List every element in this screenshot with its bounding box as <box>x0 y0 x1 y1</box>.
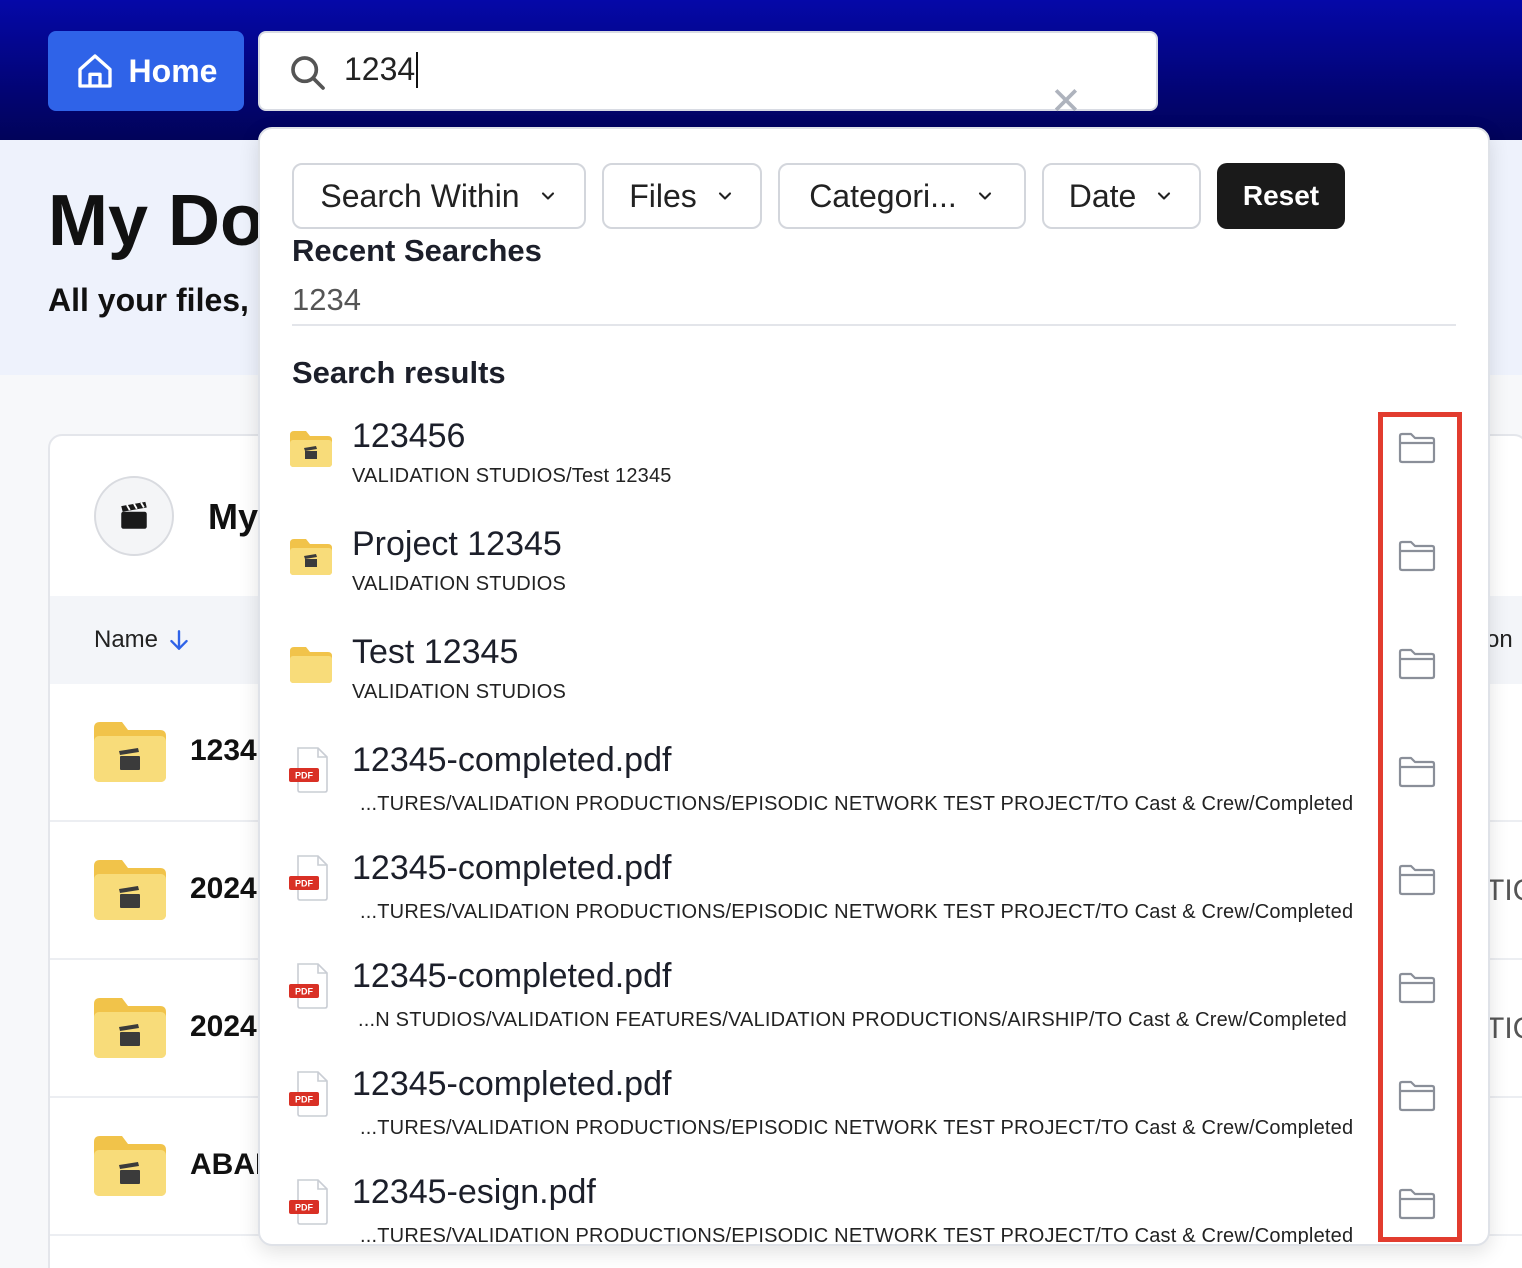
filter-date[interactable]: Date <box>1042 163 1201 229</box>
search-input[interactable]: 1234 ✕ <box>258 31 1158 121</box>
result-title: Test 12345 <box>352 633 519 671</box>
project-folder-icon <box>290 431 332 467</box>
row-location: TIC <box>1486 874 1522 907</box>
pdf-badge: PDF <box>295 771 314 781</box>
pdf-file-icon: PDF <box>289 1071 328 1117</box>
home-button[interactable]: Home <box>48 31 244 111</box>
result-path: VALIDATION STUDIOS/Test 12345 <box>352 465 672 487</box>
search-result-item[interactable]: 123456 VALIDATION STUDIOS/Test 12345 <box>260 417 1488 525</box>
search-result-item[interactable]: Test 12345 VALIDATION STUDIOS <box>260 633 1488 741</box>
text-caret <box>416 51 419 88</box>
filter-files[interactable]: Files <box>602 163 762 229</box>
result-title: 12345-esign.pdf <box>352 1173 596 1211</box>
search-dropdown: Search Within Files Categori... Date Res… <box>258 127 1490 1246</box>
result-path: ...TURES/VALIDATION PRODUCTIONS/EPISODIC… <box>360 1117 1354 1139</box>
chevron-down-icon <box>1158 192 1171 200</box>
search-result-item[interactable]: PDF 12345-completed.pdf ...TURES/VALIDAT… <box>260 849 1488 957</box>
filter-label: Search Within <box>320 177 520 214</box>
project-folder-icon <box>94 722 166 782</box>
home-button-label: Home <box>128 52 218 89</box>
pdf-file-icon: PDF <box>289 1179 328 1225</box>
search-result-item[interactable]: PDF 12345-completed.pdf ...N STUDIOS/VAL… <box>260 957 1488 1065</box>
column-header-name-label: Name <box>94 626 159 653</box>
chevron-down-icon <box>978 192 991 200</box>
result-path: VALIDATION STUDIOS <box>352 573 567 595</box>
search-result-item[interactable]: Project 12345 VALIDATION STUDIOS <box>260 525 1488 633</box>
sort-descending-icon <box>170 630 188 650</box>
column-header-name[interactable]: Name <box>94 626 192 654</box>
filter-search-within[interactable]: Search Within <box>292 163 586 229</box>
result-title: Project 12345 <box>352 525 562 563</box>
divider <box>292 324 1456 326</box>
project-avatar <box>94 476 174 556</box>
home-icon <box>77 54 112 88</box>
filter-label: Categori... <box>809 177 957 214</box>
recent-search-item[interactable]: 1234 <box>292 282 361 318</box>
result-title: 123456 <box>352 417 466 455</box>
result-title: 12345-completed.pdf <box>352 849 672 887</box>
row-name: 2024 <box>190 872 257 905</box>
search-result-item[interactable]: PDF 12345-completed.pdf ...TURES/VALIDAT… <box>260 1065 1488 1173</box>
search-result-item[interactable]: PDF 12345-esign.pdf ...TURES/VALIDATION … <box>260 1173 1488 1246</box>
filter-label: Date <box>1068 177 1137 214</box>
reset-button[interactable]: Reset <box>1217 163 1345 229</box>
recent-searches-title: Recent Searches <box>292 233 542 268</box>
search-value: 1234 <box>344 51 419 88</box>
result-title: 12345-completed.pdf <box>352 1065 672 1103</box>
filter-label: Files <box>629 177 697 214</box>
pdf-file-icon: PDF <box>289 963 328 1009</box>
result-path: ...TURES/VALIDATION PRODUCTIONS/EPISODIC… <box>360 1225 1354 1246</box>
result-path: ...TURES/VALIDATION PRODUCTIONS/EPISODIC… <box>360 901 1354 923</box>
project-name: My <box>208 496 259 537</box>
search-text: 1234 <box>344 51 416 87</box>
chevron-down-icon <box>541 192 554 200</box>
row-location: TIC <box>1486 1012 1522 1045</box>
pdf-badge: PDF <box>295 879 314 889</box>
project-folder-icon <box>94 1136 166 1196</box>
result-title: 12345-completed.pdf <box>352 957 672 995</box>
search-icon <box>291 56 325 90</box>
pdf-badge: PDF <box>295 1095 314 1105</box>
result-title: 12345-completed.pdf <box>352 741 672 779</box>
search-result-item[interactable]: PDF 12345-completed.pdf ...TURES/VALIDAT… <box>260 741 1488 849</box>
clear-search-icon[interactable]: ✕ <box>1050 83 1082 121</box>
project-folder-icon <box>290 539 332 575</box>
filter-categories[interactable]: Categori... <box>778 163 1026 229</box>
result-path: ...N STUDIOS/VALIDATION FEATURES/VALIDAT… <box>358 1009 1347 1031</box>
pdf-file-icon: PDF <box>289 855 328 901</box>
highlight-box <box>1378 412 1462 1242</box>
page-title: My Do <box>48 181 264 261</box>
search-results-title: Search results <box>292 355 506 390</box>
result-path: ...TURES/VALIDATION PRODUCTIONS/EPISODIC… <box>360 793 1354 815</box>
row-name: 1234 <box>190 734 257 767</box>
project-folder-icon <box>94 998 166 1058</box>
project-folder-icon <box>94 860 166 920</box>
folder-icon <box>290 647 332 683</box>
page-subtitle: All your files, a <box>48 282 276 318</box>
column-header-location[interactable]: on <box>1486 626 1513 654</box>
pdf-badge: PDF <box>295 987 314 997</box>
result-path: VALIDATION STUDIOS <box>352 681 567 703</box>
pdf-badge: PDF <box>295 1203 314 1213</box>
chevron-down-icon <box>718 192 731 200</box>
pdf-file-icon: PDF <box>289 747 328 793</box>
clapperboard-icon <box>121 501 147 529</box>
row-name: 2024 <box>190 1010 257 1043</box>
